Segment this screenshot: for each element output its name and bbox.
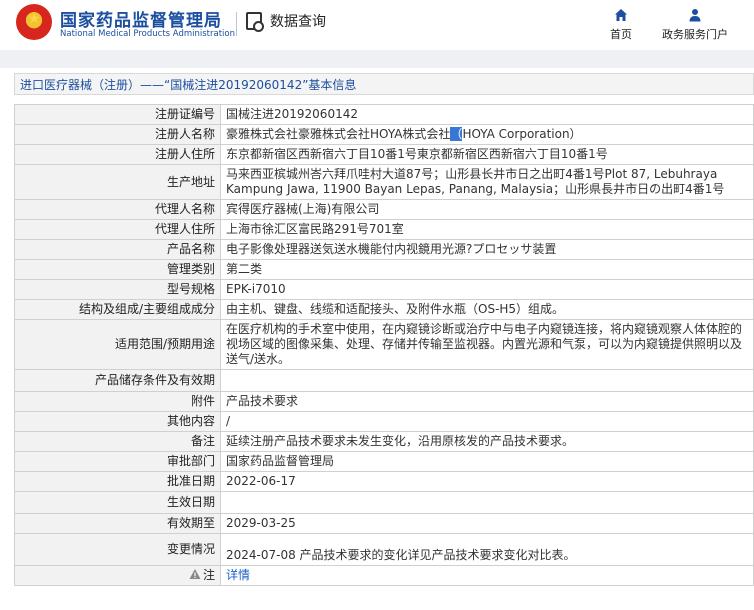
label-effective-date: 生效日期 [14,491,221,514]
label-remark: 备注 [14,431,221,452]
details-link[interactable]: 详情 [226,568,250,582]
value-model: EPK-i7010 [220,279,754,300]
row-mfg-addr: 生产地址 马来西亚槟城州峇六拜爪哇村大道87号；山形县长井市日之出町4番1号Pl… [14,164,754,200]
value-scope: 在医疗机构的手术室中使用，在内窥镜诊断或治疗中与电子内窥镜连接，将内窥镜观察人体… [220,319,754,370]
label-model: 型号规格 [14,279,221,300]
page-title: 进口医疗器械（注册）——“国械注进20192060142”基本信息 [20,77,357,92]
row-remark: 备注 延续注册产品技术要求未发生变化，沿用原核发的产品技术要求。 [14,431,754,452]
value-product-name: 电子影像处理器送気送水機能付内视鏡用光源?プロセッサ装置 [220,239,754,260]
value-category: 第二类 [220,259,754,280]
value-registrant-addr: 东京都新宿区西新宿六丁目10番1号東京都新宿区西新宿六丁目10番1号 [220,144,754,165]
home-icon [615,9,627,21]
value-agent-addr: 上海市徐汇区富民路291号701室 [220,219,754,240]
row-registrant-addr: 注册人住所 东京都新宿区西新宿六丁目10番1号東京都新宿区西新宿六丁目10番1号 [14,144,754,165]
label-mfg-addr: 生产地址 [14,164,221,200]
value-storage [220,369,754,392]
national-emblem-logo [16,4,52,40]
label-storage: 产品储存条件及有效期 [14,369,221,392]
data-query-icon [246,12,264,32]
site-header: 国家药品监督管理局 National Medical Products Admi… [0,0,754,50]
label-registrant: 注册人名称 [14,124,221,145]
label-attachment: 附件 [14,391,221,412]
user-icon [689,9,701,22]
registrant-text-before: 豪雅株式会社豪雅株式会社HOYA株式会社 [226,127,451,141]
row-agent: 代理人名称 宾得医疗器械(上海)有限公司 [14,199,754,220]
nav-service-portal-label: 政务服务门户 [662,28,728,41]
value-change: 2024-07-08 产品技术要求的变化详见产品技术要求变化对比表。 [220,533,754,566]
label-structure: 结构及组成/主要组成成分 [14,299,221,320]
row-attachment: 附件 产品技术要求 [14,391,754,412]
label-reg-no: 注册证编号 [14,104,221,125]
nav-home[interactable]: 首页 [610,8,632,42]
registrant-text-selected: （ [450,127,463,141]
value-note: 详情 [220,565,754,586]
header-band [0,50,754,68]
row-model: 型号规格 EPK-i7010 [14,279,754,300]
value-registrant: 豪雅株式会社豪雅株式会社HOYA株式会社（HOYA Corporation） [220,124,754,145]
label-change: 变更情况 [14,533,221,566]
brand-name-cn: 国家药品监督管理局 [60,11,222,31]
label-agent: 代理人名称 [14,199,221,220]
row-agent-addr: 代理人住所 上海市徐汇区富民路291号701室 [14,219,754,240]
registrant-text-after: HOYA Corporation） [462,127,582,141]
value-attachment: 产品技术要求 [220,391,754,412]
brand-name-en: National Medical Products Administration [60,29,235,39]
nav-service-portal[interactable]: 政务服务门户 [662,8,728,42]
row-valid-until: 有效期至 2029-03-25 [14,513,754,534]
nav-home-label: 首页 [610,28,632,41]
label-registrant-addr: 注册人住所 [14,144,221,165]
label-approval-date: 批准日期 [14,471,221,492]
value-approval-date: 2022-06-17 [220,471,754,492]
value-effective-date [220,491,754,514]
value-mfg-addr: 马来西亚槟城州峇六拜爪哇村大道87号；山形县长井市日之出町4番1号Plot 87… [220,164,754,200]
row-reg-no: 注册证编号 国械注进20192060142 [14,104,754,125]
change-text: 2024-07-08 产品技术要求的变化详见产品技术要求变化对比表。 [226,548,576,562]
label-category: 管理类别 [14,259,221,280]
value-remark: 延续注册产品技术要求未发生变化，沿用原核发的产品技术要求。 [220,431,754,452]
value-other: / [220,411,754,432]
row-other: 其他内容 / [14,411,754,432]
value-approval-dept: 国家药品监督管理局 [220,451,754,472]
value-agent: 宾得医疗器械(上海)有限公司 [220,199,754,220]
row-change: 变更情况 2024-07-08 产品技术要求的变化详见产品技术要求变化对比表。 [14,533,754,566]
detail-table: 注册证编号 国械注进20192060142 注册人名称 豪雅株式会社豪雅株式会社… [14,104,754,586]
label-product-name: 产品名称 [14,239,221,260]
row-approval-dept: 审批部门 国家药品监督管理局 [14,451,754,472]
label-note-text: 注 [202,568,215,582]
value-reg-no: 国械注进20192060142 [220,104,754,125]
data-query-label: 数据查询 [270,14,326,30]
row-note: 注 详情 [14,565,754,586]
row-effective-date: 生效日期 [14,491,754,514]
warning-icon [189,569,201,579]
label-scope: 适用范围/预期用途 [14,319,221,370]
row-scope: 适用范围/预期用途 在医疗机构的手术室中使用，在内窥镜诊断或治疗中与电子内窥镜连… [14,319,754,370]
row-category: 管理类别 第二类 [14,259,754,280]
row-approval-date: 批准日期 2022-06-17 [14,471,754,492]
label-valid-until: 有效期至 [14,513,221,534]
header-divider [236,12,237,36]
value-valid-until: 2029-03-25 [220,513,754,534]
label-agent-addr: 代理人住所 [14,219,221,240]
label-approval-dept: 审批部门 [14,451,221,472]
value-structure: 由主机、键盘、线缆和适配接头、及附件水瓶（OS-H5）组成。 [220,299,754,320]
row-storage: 产品储存条件及有效期 [14,369,754,392]
label-note: 注 [14,565,221,586]
page-title-bar: 进口医疗器械（注册）——“国械注进20192060142”基本信息 [14,73,754,95]
row-structure: 结构及组成/主要组成成分 由主机、键盘、线缆和适配接头、及附件水瓶（OS-H5）… [14,299,754,320]
data-query-link[interactable]: 数据查询 [246,11,326,32]
row-product-name: 产品名称 电子影像处理器送気送水機能付内视鏡用光源?プロセッサ装置 [14,239,754,260]
row-registrant: 注册人名称 豪雅株式会社豪雅株式会社HOYA株式会社（HOYA Corporat… [14,124,754,145]
label-other: 其他内容 [14,411,221,432]
